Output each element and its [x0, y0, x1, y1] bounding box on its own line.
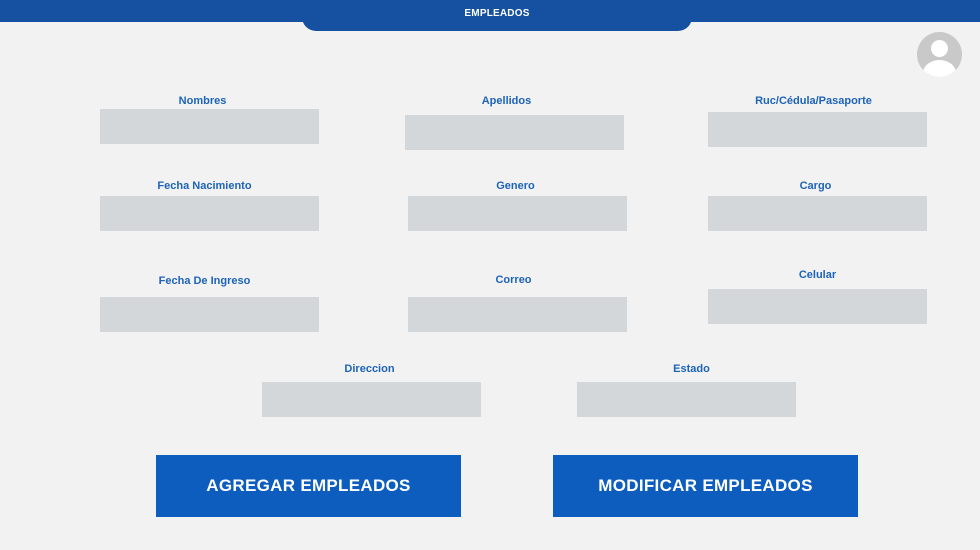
- cargo-label: Cargo: [799, 180, 832, 192]
- estado-field[interactable]: [577, 382, 796, 417]
- celular-field[interactable]: [708, 289, 927, 324]
- fecha-nacimiento-label: Fecha Nacimiento: [157, 180, 252, 192]
- fecha-ingreso-field[interactable]: [100, 297, 319, 332]
- agregar-empleados-button[interactable]: AGREGAR EMPLEADOS: [156, 455, 461, 517]
- fecha-ingreso-label: Fecha De Ingreso: [158, 275, 251, 287]
- genero-label: Genero: [496, 180, 535, 192]
- direccion-field[interactable]: [262, 382, 481, 417]
- ruc-field[interactable]: [708, 112, 927, 147]
- correo-field[interactable]: [408, 297, 627, 332]
- genero-field[interactable]: [408, 196, 627, 231]
- apellidos-label: Apellidos: [481, 95, 532, 107]
- celular-label: Celular: [798, 269, 837, 281]
- modificar-empleados-button[interactable]: MODIFICAR EMPLEADOS: [553, 455, 858, 517]
- direccion-label: Direccion: [344, 363, 395, 375]
- avatar-body-shape: [923, 60, 956, 77]
- ruc-label: Ruc/Cédula/Pasaporte: [755, 95, 872, 107]
- estado-label: Estado: [673, 363, 710, 375]
- avatar-head-shape: [931, 40, 948, 57]
- fecha-nacimiento-field[interactable]: [100, 196, 319, 231]
- user-avatar-icon[interactable]: [917, 32, 962, 77]
- correo-label: Correo: [495, 274, 532, 286]
- cargo-field[interactable]: [708, 196, 927, 231]
- nombres-label: Nombres: [178, 95, 227, 107]
- nombres-field[interactable]: [100, 109, 319, 144]
- apellidos-field[interactable]: [405, 115, 624, 150]
- page-title: EMPLEADOS: [302, 0, 692, 31]
